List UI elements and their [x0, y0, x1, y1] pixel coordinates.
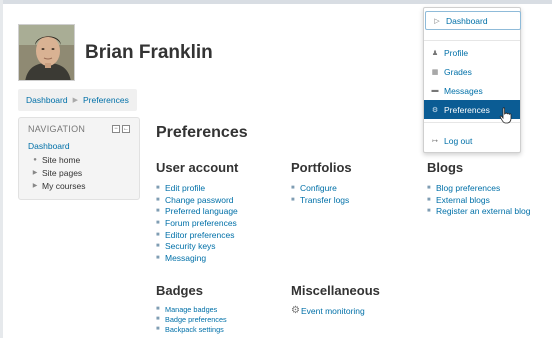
nav-item-my-courses[interactable]: ▶ My courses	[28, 179, 130, 192]
messaging-link[interactable]: ■ Messaging	[156, 252, 238, 264]
user-menu-log-out[interactable]: ↦ Log out	[424, 131, 520, 150]
dock-block-icon[interactable]: ←	[122, 125, 130, 133]
menu-divider	[424, 40, 520, 41]
badges-links: ■ Manage badges ■ Badge preferences ■ Backp…	[156, 304, 227, 334]
change-password-link[interactable]: ■ Change password	[156, 194, 238, 206]
user-icon: ♟	[431, 49, 439, 57]
expand-triangle-icon: ▶	[32, 170, 38, 176]
edit-profile-link[interactable]: ■ Edit profile	[156, 182, 238, 194]
blog-preferences-link[interactable]: ■ Blog preferences	[427, 182, 531, 194]
manage-badges-link[interactable]: ■ Manage badges	[156, 304, 227, 314]
gear-icon: ⚙	[291, 305, 300, 317]
configure-link[interactable]: ■ Configure	[291, 182, 352, 194]
user-avatar[interactable]	[18, 24, 75, 81]
portfolios-section: Portfolios ■ Configure ■ Transfer logs	[291, 160, 352, 205]
navigation-dashboard-link[interactable]: Dashboard	[28, 141, 130, 151]
navigation-block: NAVIGATION − ← Dashboard ● Site home ▶ Sit…	[18, 117, 140, 200]
badges-heading: Badges	[156, 283, 203, 298]
navigation-controls: − ←	[112, 125, 130, 133]
badge-preferences-link[interactable]: ■ Badge preferences	[156, 314, 227, 324]
page-title: Preferences	[156, 124, 248, 141]
blogs-heading: Blogs	[427, 160, 464, 175]
portfolios-links: ■ Configure ■ Transfer logs	[291, 182, 352, 205]
user-full-name: Brian Franklin	[85, 42, 213, 63]
external-blogs-link[interactable]: ■ External blogs	[427, 194, 531, 206]
window-top-border	[0, 0, 552, 4]
expand-triangle-icon: ▶	[32, 183, 38, 189]
breadcrumb: Dashboard ▶ Preferences	[18, 89, 137, 111]
backpack-settings-link[interactable]: ■ Backpack settings	[156, 324, 227, 334]
user-avatar-picture	[19, 25, 74, 80]
collapse-block-icon[interactable]: −	[112, 125, 120, 133]
user-account-section: User account ■ Edit profile ■ Change passw…	[156, 160, 238, 264]
user-menu-grades[interactable]: ▦ Grades	[424, 62, 520, 81]
user-account-heading: User account	[156, 160, 239, 175]
bullet-icon: ●	[33, 156, 37, 163]
nav-item-site-home[interactable]: ● Site home	[28, 153, 130, 166]
navigation-list: ● Site home ▶ Site pages ▶ My courses	[28, 153, 130, 192]
breadcrumb-separator-icon: ▶	[72, 97, 78, 104]
user-menu-messages[interactable]: ▬ Messages	[424, 81, 520, 100]
miscellaneous-heading: Miscellaneous	[291, 283, 380, 298]
event-monitoring-link[interactable]: ⚙ Event monitoring	[291, 305, 380, 317]
security-keys-link[interactable]: ■ Security keys	[156, 240, 238, 252]
navigation-title: NAVIGATION	[28, 124, 86, 134]
user-menu-dashboard[interactable]: ▷ Dashboard	[425, 11, 521, 30]
window-left-border	[0, 0, 3, 338]
editor-preferences-link[interactable]: ■ Editor preferences	[156, 229, 238, 241]
grades-icon: ▦	[431, 68, 439, 76]
portfolios-heading: Portfolios	[291, 160, 352, 175]
miscellaneous-section: Miscellaneous ⚙ Event monitoring	[291, 283, 380, 317]
blogs-section: Blogs ■ Blog preferences ■ External blogs …	[427, 160, 531, 217]
user-menu-profile[interactable]: ♟ Profile	[424, 43, 520, 62]
breadcrumb-preferences-link[interactable]: Preferences	[83, 95, 129, 105]
badges-section: Badges ■ Manage badges ■ Badge preferences…	[156, 283, 227, 334]
navigation-header: NAVIGATION − ←	[28, 124, 130, 134]
preferred-language-link[interactable]: ■ Preferred language	[156, 205, 238, 217]
wrench-icon: ⚙	[431, 106, 439, 114]
logout-icon: ↦	[432, 137, 438, 145]
hand-cursor-icon	[499, 107, 512, 124]
forum-preferences-link[interactable]: ■ Forum preferences	[156, 217, 238, 229]
breadcrumb-dashboard-link[interactable]: Dashboard	[26, 95, 68, 105]
user-menu-dropdown: ▷ Dashboard ♟ Profile ▦ Grades ▬ Messages ⚙ P…	[423, 7, 521, 153]
user-account-links: ■ Edit profile ■ Change password ■ Preferre…	[156, 182, 238, 264]
nav-item-site-pages[interactable]: ▶ Site pages	[28, 166, 130, 179]
miscellaneous-links: ⚙ Event monitoring	[291, 305, 380, 317]
dashboard-icon: ▷	[434, 17, 440, 25]
transfer-logs-link[interactable]: ■ Transfer logs	[291, 194, 352, 206]
blogs-links: ■ Blog preferences ■ External blogs ■ Regis…	[427, 182, 531, 217]
message-icon: ▬	[431, 87, 439, 94]
register-external-blog-link[interactable]: ■ Register an external blog	[427, 205, 531, 217]
